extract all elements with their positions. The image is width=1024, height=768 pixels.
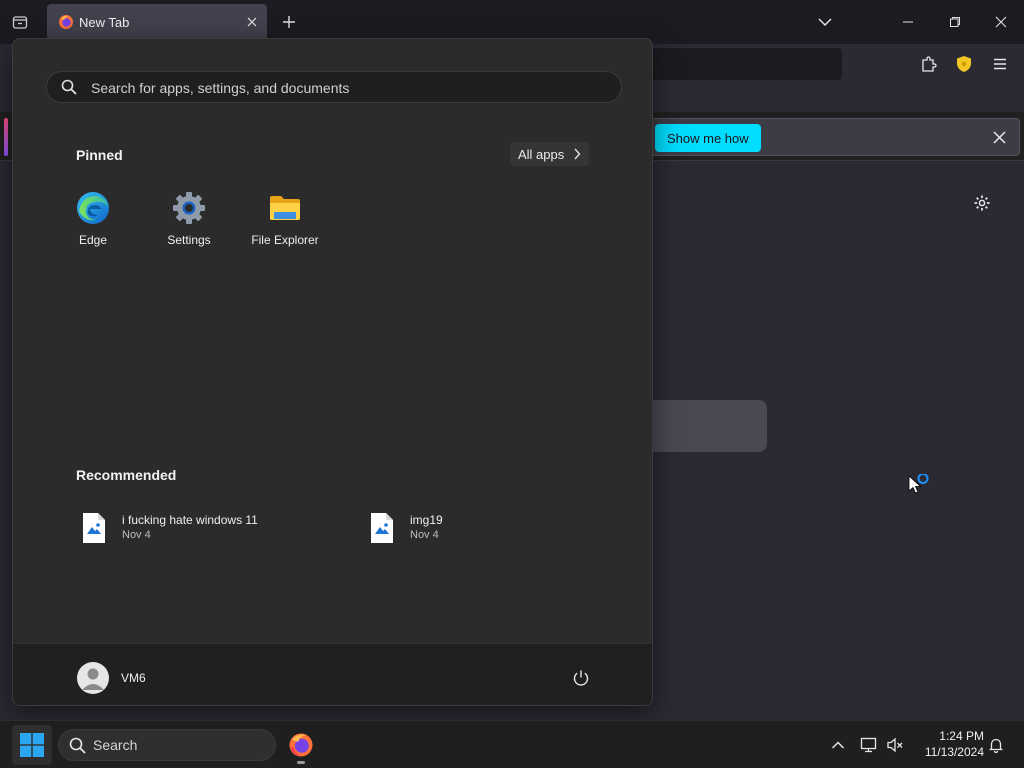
firefox-icon — [289, 733, 313, 757]
image-file-icon — [83, 513, 105, 543]
url-bar[interactable] — [640, 48, 842, 80]
tab-list-icon — [12, 16, 28, 29]
chevron-up-icon — [831, 741, 845, 749]
show-hidden-icons-button[interactable] — [828, 735, 848, 755]
speaker-muted-icon — [887, 737, 903, 753]
chevron-down-icon — [818, 18, 832, 27]
show-me-how-button[interactable]: Show me how — [655, 124, 761, 152]
search-icon — [69, 737, 86, 754]
plus-icon — [283, 16, 295, 28]
recommended-item-date: Nov 4 — [410, 529, 439, 541]
firefox-icon — [59, 15, 73, 29]
user-name: VM6 — [121, 671, 146, 685]
image-file-icon — [371, 513, 393, 543]
start-menu: Pinned All apps Edge — [12, 38, 653, 706]
gear-icon — [974, 195, 990, 211]
pinned-app-label: File Explorer — [251, 233, 319, 247]
close-icon — [247, 17, 257, 27]
volume-button[interactable] — [885, 735, 905, 755]
shield-icon — [957, 56, 971, 72]
customize-new-tab-button[interactable] — [972, 193, 992, 213]
pinned-app-label: Edge — [78, 233, 108, 247]
extensions-button[interactable] — [917, 52, 941, 76]
minimize-icon — [903, 21, 913, 23]
network-disconnected-icon — [860, 737, 877, 753]
pinned-heading: Pinned — [76, 147, 123, 163]
taskbar-clock[interactable]: 1:24 PM 11/13/2024 — [914, 728, 984, 760]
notification-bar: Show me how — [648, 118, 1020, 156]
tab-close-button[interactable] — [244, 14, 260, 30]
power-button[interactable] — [571, 668, 591, 688]
pinned-app-edge[interactable]: Edge — [48, 187, 138, 257]
search-icon — [61, 79, 77, 95]
restore-button[interactable] — [943, 10, 967, 34]
hamburger-menu-icon — [994, 58, 1006, 70]
recommended-item[interactable]: i fucking hate windows 11 Nov 4 — [82, 511, 342, 547]
recommended-heading: Recommended — [76, 467, 177, 483]
tab-list-button[interactable] — [8, 10, 32, 34]
list-all-tabs-button[interactable] — [815, 12, 835, 32]
start-menu-footer: VM6 — [13, 643, 652, 705]
close-window-button[interactable] — [989, 10, 1013, 34]
taskbar-search-label: Search — [93, 737, 138, 753]
windows-logo-icon — [20, 733, 44, 757]
all-apps-label: All apps — [518, 146, 565, 162]
bell-icon — [988, 738, 1004, 753]
network-status-button[interactable] — [859, 735, 879, 755]
edge-icon — [77, 192, 109, 224]
tab-title: New Tab — [79, 15, 130, 30]
recommended-item-name: img19 — [410, 513, 443, 527]
puzzle-icon — [922, 56, 937, 72]
busy-cursor-icon — [908, 474, 929, 494]
start-search-box[interactable] — [46, 71, 622, 104]
clock-date: 11/13/2024 — [924, 745, 984, 759]
running-indicator — [297, 761, 305, 764]
new-tab-button[interactable] — [279, 12, 299, 32]
recommended-item[interactable]: img19 Nov 4 — [370, 511, 630, 547]
app-menu-button[interactable] — [988, 52, 1012, 76]
clock-time: 1:24 PM — [939, 729, 984, 743]
pinned-app-settings[interactable]: Settings — [144, 187, 234, 257]
ublock-button[interactable] — [952, 52, 976, 76]
taskbar-app-firefox[interactable] — [284, 725, 318, 765]
close-icon — [992, 130, 1006, 144]
start-button[interactable] — [12, 725, 52, 765]
notifications-button[interactable] — [986, 735, 1006, 755]
notice-accent-strip — [4, 118, 8, 156]
folder-icon — [270, 196, 300, 220]
browser-tab[interactable]: New Tab — [47, 4, 267, 40]
minimize-button[interactable] — [896, 10, 920, 34]
notice-close-button[interactable] — [991, 129, 1007, 145]
all-apps-button[interactable]: All apps — [510, 142, 589, 166]
power-icon — [573, 670, 589, 686]
close-icon — [995, 16, 1007, 28]
pinned-app-label: Settings — [167, 233, 211, 247]
start-search-input[interactable] — [89, 72, 613, 104]
recommended-item-date: Nov 4 — [122, 529, 151, 541]
restore-icon — [950, 17, 960, 27]
user-icon — [82, 668, 104, 690]
user-avatar[interactable] — [77, 662, 109, 694]
taskbar-search-box[interactable]: Search — [58, 729, 276, 761]
taskbar: Search 1:24 PM 11/13/2024 — [0, 720, 1024, 768]
chevron-right-icon — [574, 148, 581, 160]
pinned-app-file-explorer[interactable]: File Explorer — [240, 187, 330, 257]
settings-icon — [173, 192, 205, 224]
recommended-item-name: i fucking hate windows 11 — [122, 513, 258, 527]
